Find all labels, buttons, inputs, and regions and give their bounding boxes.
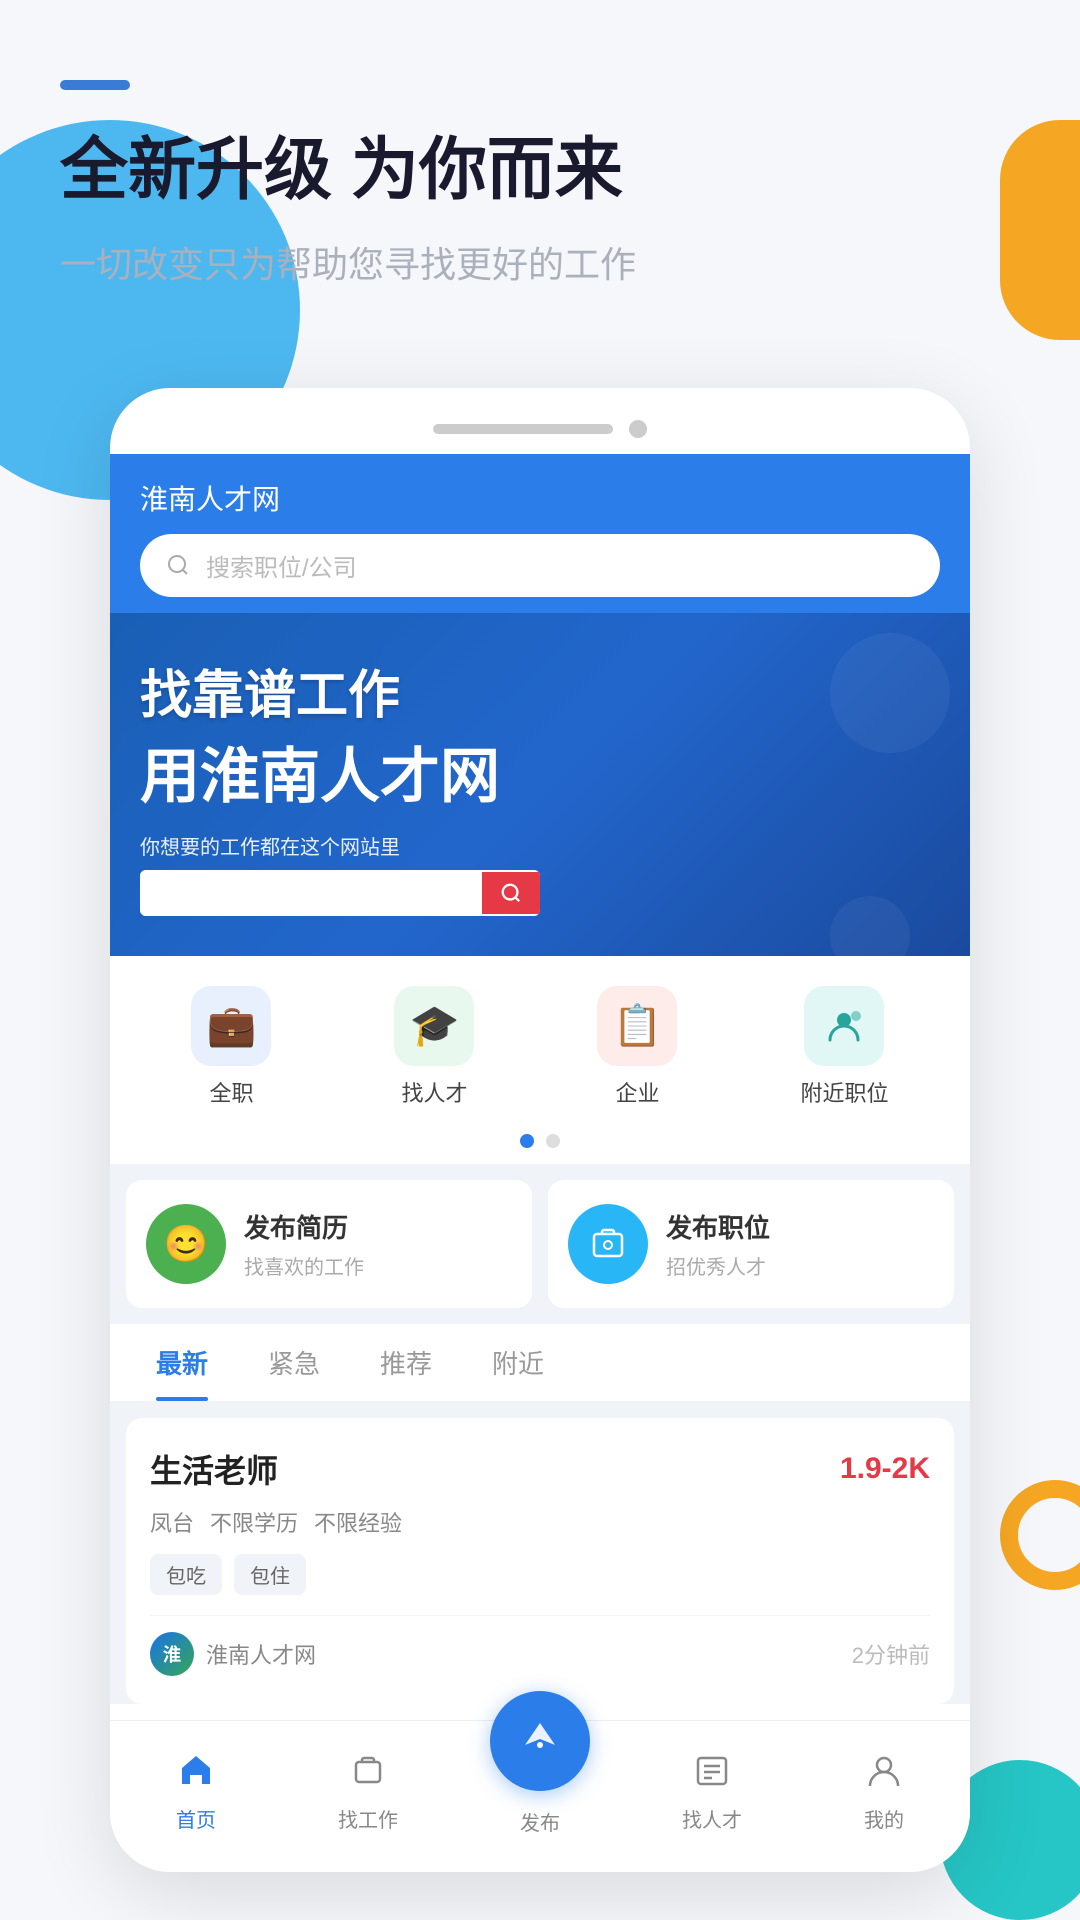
profile-icon <box>858 1744 910 1796</box>
phone-mockup: 淮南人才网 搜索职位/公司 找靠谱工作 用淮南人才网 你想要的工作都在这个网站里 <box>110 388 970 1872</box>
category-fulltime[interactable]: 💼 全职 <box>191 986 271 1108</box>
app-header: 淮南人才网 搜索职位/公司 <box>110 454 970 613</box>
category-fulltime-icon: 💼 <box>191 986 271 1066</box>
bg-decoration-orange-ring <box>1000 1480 1080 1590</box>
job-tag-location: 凤台 <box>150 1506 194 1538</box>
search-bar[interactable]: 搜索职位/公司 <box>140 534 940 597</box>
nav-home[interactable]: 首页 <box>110 1744 282 1833</box>
job-card[interactable]: 生活老师 1.9-2K 凤台 不限学历 不限经验 包吃 包住 淮 淮南人才网 2… <box>126 1418 954 1704</box>
job-tags: 凤台 不限学历 不限经验 <box>150 1506 930 1538</box>
nav-findtalent-label: 找人才 <box>682 1804 742 1833</box>
pagination-dots <box>110 1118 970 1164</box>
home-icon <box>170 1744 222 1796</box>
job-tabs: 最新 紧急 推荐 附近 <box>110 1324 970 1402</box>
nav-profile-label: 我的 <box>864 1804 904 1833</box>
category-nearby-label: 附近职位 <box>800 1076 888 1108</box>
nav-profile[interactable]: 我的 <box>798 1744 970 1833</box>
banner-deco2 <box>830 896 910 956</box>
action-card-job-text: 发布职位 招优秀人才 <box>666 1208 770 1280</box>
bottom-navigation: 首页 找工作 发布 <box>110 1720 970 1872</box>
category-nearby[interactable]: 附近职位 <box>800 986 888 1108</box>
job-tag-edu: 不限学历 <box>210 1506 298 1538</box>
category-talent-icon: 🎓 <box>394 986 474 1066</box>
banner-deco1 <box>830 633 950 753</box>
banner-search-button[interactable] <box>482 872 540 914</box>
phone-notch-bar <box>110 408 970 454</box>
banner-search-row[interactable] <box>140 870 540 916</box>
dot-2 <box>546 1134 560 1148</box>
banner-line2: 用淮南人才网 <box>140 728 940 815</box>
company-logo: 淮 <box>150 1632 194 1676</box>
nav-publish[interactable]: 发布 <box>454 1741 626 1836</box>
search-icon <box>164 551 192 579</box>
category-talent[interactable]: 🎓 找人才 <box>394 986 474 1108</box>
category-enterprise-icon: 📋 <box>597 986 677 1066</box>
tab-recommended[interactable]: 推荐 <box>350 1324 462 1401</box>
nav-findjob[interactable]: 找工作 <box>282 1744 454 1833</box>
category-talent-label: 找人才 <box>401 1076 467 1108</box>
company-info: 淮 淮南人才网 <box>150 1632 316 1676</box>
top-dash-decoration <box>60 80 130 90</box>
app-header-title: 淮南人才网 <box>140 478 940 518</box>
nav-findtalent[interactable]: 找人才 <box>626 1744 798 1833</box>
job-badge-housing: 包住 <box>234 1554 306 1595</box>
category-nearby-icon <box>804 986 884 1066</box>
findjob-icon <box>342 1744 394 1796</box>
findtalent-icon <box>686 1744 738 1796</box>
banner-section: 找靠谱工作 用淮南人才网 你想要的工作都在这个网站里 <box>110 613 970 956</box>
category-enterprise-label: 企业 <box>615 1076 659 1108</box>
job-title: 生活老师 <box>150 1446 278 1492</box>
publish-icon <box>519 1715 561 1766</box>
phone-notch <box>433 424 613 434</box>
action-resume-title: 发布简历 <box>244 1208 364 1245</box>
action-job-sub: 招优秀人才 <box>666 1251 770 1280</box>
post-time: 2分钟前 <box>852 1638 930 1670</box>
categories-section: 💼 全职 🎓 找人才 📋 企业 附近职位 <box>110 956 970 1118</box>
search-placeholder: 搜索职位/公司 <box>206 548 357 583</box>
action-card-resume[interactable]: 😊 发布简历 找喜欢的工作 <box>126 1180 532 1308</box>
job-badges: 包吃 包住 <box>150 1554 930 1595</box>
job-icon <box>568 1204 648 1284</box>
tab-latest[interactable]: 最新 <box>126 1324 238 1401</box>
job-tag-exp: 不限经验 <box>314 1506 402 1538</box>
tab-nearby[interactable]: 附近 <box>462 1324 574 1401</box>
company-name: 淮南人才网 <box>206 1638 316 1670</box>
nav-home-label: 首页 <box>176 1804 216 1833</box>
banner-line1: 找靠谱工作 <box>140 653 940 728</box>
nav-findjob-label: 找工作 <box>338 1804 398 1833</box>
job-badge-meals: 包吃 <box>150 1554 222 1595</box>
app-content: 淮南人才网 搜索职位/公司 找靠谱工作 用淮南人才网 你想要的工作都在这个网站里 <box>110 454 970 1704</box>
action-card-job[interactable]: 发布职位 招优秀人才 <box>548 1180 954 1308</box>
action-job-title: 发布职位 <box>666 1208 770 1245</box>
main-tagline: 全新升级 为你而来 <box>60 130 1020 212</box>
nav-publish-label: 发布 <box>520 1807 560 1836</box>
phone-camera <box>629 420 647 438</box>
action-resume-sub: 找喜欢的工作 <box>244 1251 364 1280</box>
job-salary: 1.9-2K <box>840 1452 930 1486</box>
banner-search-input[interactable] <box>140 870 482 916</box>
banner-sub: 你想要的工作都在这个网站里 <box>140 831 940 860</box>
action-card-resume-text: 发布简历 找喜欢的工作 <box>244 1208 364 1280</box>
top-section: 全新升级 为你而来 一切改变只为帮助您寻找更好的工作 <box>0 0 1080 328</box>
dot-1 <box>520 1134 534 1148</box>
category-fulltime-label: 全职 <box>209 1076 253 1108</box>
sub-tagline: 一切改变只为帮助您寻找更好的工作 <box>60 236 1020 288</box>
job-card-footer: 淮 淮南人才网 2分钟前 <box>150 1615 930 1676</box>
tab-urgent[interactable]: 紧急 <box>238 1324 350 1401</box>
job-card-header: 生活老师 1.9-2K <box>150 1446 930 1492</box>
category-enterprise[interactable]: 📋 企业 <box>597 986 677 1108</box>
publish-fab[interactable] <box>490 1691 590 1791</box>
action-cards-section: 😊 发布简历 找喜欢的工作 发布职位 招优秀人才 <box>110 1164 970 1324</box>
resume-icon: 😊 <box>146 1204 226 1284</box>
